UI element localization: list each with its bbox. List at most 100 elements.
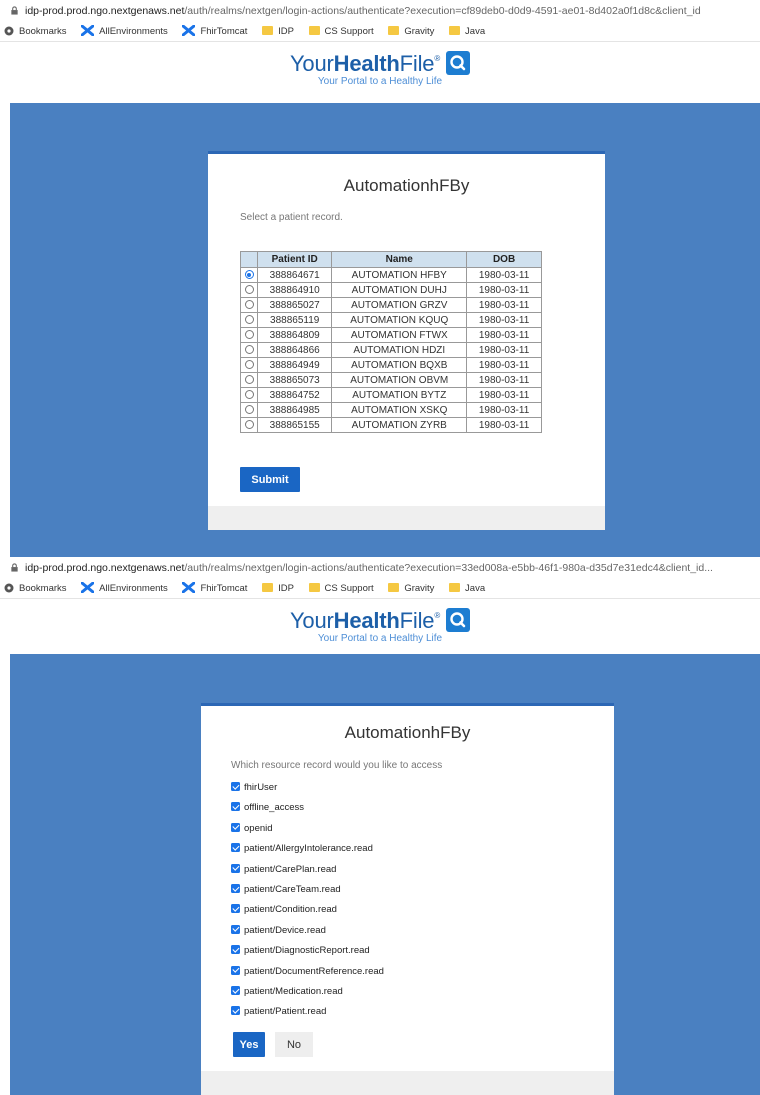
table-row[interactable]: 388864985 AUTOMATION XSKQ 1980-03-11 xyxy=(240,402,542,418)
scope-label: patient/Device.read xyxy=(244,924,326,936)
logo-text-health: Health xyxy=(333,608,400,633)
row-select-cell[interactable] xyxy=(240,282,258,298)
no-button[interactable]: No xyxy=(275,1032,313,1057)
scope-item[interactable]: patient/AllergyIntolerance.read xyxy=(231,843,384,863)
scope-checkbox[interactable] xyxy=(231,883,240,893)
table-row[interactable]: 388864809 AUTOMATION FTWX 1980-03-11 xyxy=(240,327,542,343)
scope-checkbox[interactable] xyxy=(231,965,240,975)
table-row[interactable]: 388865073 AUTOMATION OBVM 1980-03-11 xyxy=(240,372,542,388)
patient-radio-button[interactable] xyxy=(244,270,254,280)
folder-icon xyxy=(388,583,400,592)
yes-button[interactable]: Yes xyxy=(233,1032,265,1057)
bookmark-bookmarks[interactable]: Bookmarks xyxy=(4,22,67,41)
bookmark-allenvironments[interactable]: AllEnvironments xyxy=(81,579,168,598)
scope-item[interactable]: patient/Device.read xyxy=(231,924,384,945)
scope-checkbox[interactable] xyxy=(231,843,240,853)
table-row[interactable]: 388864866 AUTOMATION HDZI 1980-03-11 xyxy=(240,342,542,358)
card-footer xyxy=(208,506,605,530)
scope-checkbox[interactable] xyxy=(231,782,240,791)
patient-id-cell: 388865027 xyxy=(256,297,333,313)
address-bar[interactable]: idp-prod.prod.ngo.nextgenaws.net/auth/re… xyxy=(0,557,760,579)
search-icon xyxy=(446,51,471,75)
column-header-patient-id: Patient ID xyxy=(256,251,333,268)
bookmark-fhirtomcat[interactable]: FhirTomcat xyxy=(182,579,247,598)
row-select-cell[interactable] xyxy=(240,267,258,283)
scope-item[interactable]: patient/Medication.read xyxy=(231,985,384,1006)
bookmark-fhirtomcat[interactable]: FhirTomcat xyxy=(182,22,247,41)
table-row[interactable]: 388864752 AUTOMATION BYTZ 1980-03-11 xyxy=(240,387,542,403)
patient-name-cell: AUTOMATION DUHJ xyxy=(331,282,468,298)
patient-radio-button[interactable] xyxy=(244,285,254,295)
scope-label: patient/CareTeam.read xyxy=(244,883,341,895)
scope-checkbox[interactable] xyxy=(231,1006,240,1016)
brand-tagline: Your Portal to a Healthy Life xyxy=(317,76,443,87)
bookmark-label: IDP xyxy=(278,26,294,37)
patient-radio-button[interactable] xyxy=(244,420,254,430)
scope-item[interactable]: patient/DiagnosticReport.read xyxy=(231,945,384,965)
scope-item[interactable]: fhirUser xyxy=(231,782,384,802)
scope-checkbox[interactable] xyxy=(231,822,240,832)
row-select-cell[interactable] xyxy=(240,327,258,343)
table-row[interactable]: 388864671 AUTOMATION HFBY 1980-03-11 xyxy=(240,267,542,283)
scope-label: offline_access xyxy=(244,802,305,814)
scope-label: patient/CarePlan.read xyxy=(244,863,337,875)
patient-dob-cell: 1980-03-11 xyxy=(466,327,542,343)
address-bar[interactable]: idp-prod.prod.ngo.nextgenaws.net/auth/re… xyxy=(0,0,760,22)
patient-radio-button[interactable] xyxy=(244,360,254,370)
bookmark-idp[interactable]: IDP xyxy=(262,22,294,41)
scope-checkbox[interactable] xyxy=(231,863,240,873)
scope-item[interactable]: patient/CareTeam.read xyxy=(231,883,384,904)
table-row[interactable]: 388865155 AUTOMATION ZYRB 1980-03-11 xyxy=(240,417,542,433)
bookmark-gravity[interactable]: Gravity xyxy=(388,579,434,598)
scope-item[interactable]: offline_access xyxy=(231,802,384,822)
patient-radio-button[interactable] xyxy=(244,330,254,340)
scope-item[interactable]: patient/DocumentReference.read xyxy=(231,965,384,986)
row-select-cell[interactable] xyxy=(240,387,258,403)
table-row[interactable]: 388864910 AUTOMATION DUHJ 1980-03-11 xyxy=(240,282,542,298)
row-select-cell[interactable] xyxy=(240,342,258,358)
row-select-cell[interactable] xyxy=(240,372,258,388)
url-path: /auth/realms/nextgen/login-actions/authe… xyxy=(184,5,701,17)
patient-id-cell: 388865155 xyxy=(256,417,333,433)
patient-radio-button[interactable] xyxy=(244,375,254,385)
bookmark-java[interactable]: Java xyxy=(449,579,485,598)
scope-item[interactable]: patient/CarePlan.read xyxy=(231,863,384,884)
scope-checkbox[interactable] xyxy=(231,904,240,914)
row-select-cell[interactable] xyxy=(240,297,258,313)
row-select-cell[interactable] xyxy=(240,417,258,433)
scope-label: patient/DiagnosticReport.read xyxy=(244,945,370,957)
bookmark-idp[interactable]: IDP xyxy=(262,579,294,598)
patient-radio-button[interactable] xyxy=(244,405,254,415)
submit-button[interactable]: Submit xyxy=(240,467,300,492)
scope-item[interactable]: patient/Patient.read xyxy=(231,1006,384,1026)
patient-radio-button[interactable] xyxy=(244,390,254,400)
patient-radio-button[interactable] xyxy=(244,345,254,355)
bookmark-cs-support[interactable]: CS Support xyxy=(308,579,374,598)
scope-checkbox[interactable] xyxy=(231,924,240,934)
bookmark-gravity[interactable]: Gravity xyxy=(388,22,434,41)
column-header-dob: DOB xyxy=(466,251,542,268)
scope-item[interactable]: openid xyxy=(231,822,384,843)
bookmark-cs-support[interactable]: CS Support xyxy=(308,22,374,41)
bookmark-label: Java xyxy=(465,26,486,37)
bookmark-allenvironments[interactable]: AllEnvironments xyxy=(81,22,168,41)
table-row[interactable]: 388864949 AUTOMATION BQXB 1980-03-11 xyxy=(240,357,542,373)
patient-radio-button[interactable] xyxy=(244,315,254,325)
row-select-cell[interactable] xyxy=(240,312,258,328)
table-row[interactable]: 388865027 AUTOMATION GRZV 1980-03-11 xyxy=(240,297,542,313)
patient-radio-button[interactable] xyxy=(244,300,254,310)
bookmark-java[interactable]: Java xyxy=(449,22,486,41)
scope-label: openid xyxy=(244,822,273,834)
scope-checkbox[interactable] xyxy=(231,945,240,955)
folder-icon xyxy=(449,583,461,592)
select-column-header xyxy=(240,251,258,268)
bookmark-bookmarks[interactable]: Bookmarks xyxy=(4,579,67,598)
url-host: idp-prod.prod.ngo.nextgenaws.net xyxy=(25,562,185,574)
row-select-cell[interactable] xyxy=(240,357,258,373)
scope-item[interactable]: patient/Condition.read xyxy=(231,904,384,924)
patient-name-cell: AUTOMATION ZYRB xyxy=(331,417,468,433)
scope-checkbox[interactable] xyxy=(231,802,240,812)
scope-checkbox[interactable] xyxy=(231,985,240,995)
row-select-cell[interactable] xyxy=(240,402,258,418)
table-row[interactable]: 388865119 AUTOMATION KQUQ 1980-03-11 xyxy=(240,312,542,328)
